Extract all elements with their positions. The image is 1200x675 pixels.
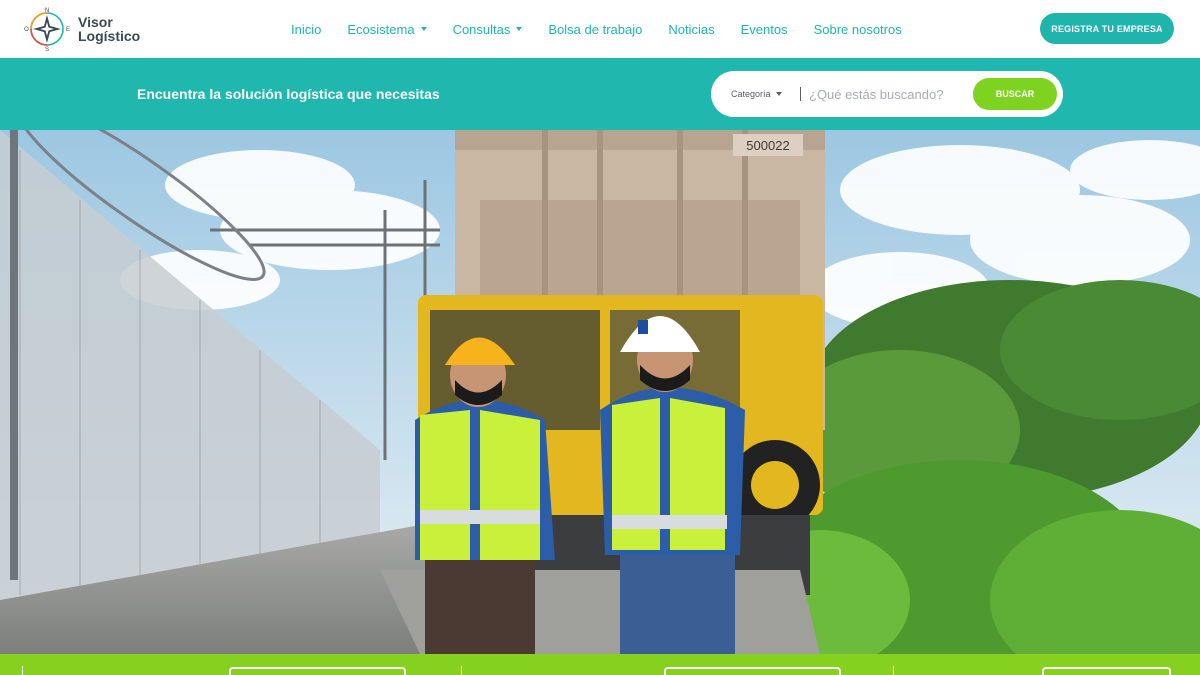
main-nav: Inicio Ecosistema Consultas Bolsa de tra… xyxy=(278,0,915,58)
chevron-down-icon xyxy=(516,27,523,31)
nav-item-ecosistema[interactable]: Ecosistema xyxy=(347,21,427,37)
strip-divider xyxy=(893,666,894,675)
category-label: Categoría xyxy=(731,89,771,99)
search-bar: Categoría BUSCAR xyxy=(711,71,1063,117)
search-button[interactable]: BUSCAR xyxy=(973,78,1057,110)
logo-wordmark: Visor Logístico xyxy=(78,15,140,43)
hero-photo: 500022 xyxy=(0,130,1200,654)
nav-label: Noticias xyxy=(668,21,715,37)
chevron-down-icon xyxy=(775,92,782,96)
nav-label: Inicio xyxy=(291,21,322,37)
nav-item-eventos[interactable]: Eventos xyxy=(741,22,788,37)
site-header: N E S O Visor Logístico Inicio Ecosistem… xyxy=(0,0,1200,58)
search-divider xyxy=(800,87,801,101)
strip-divider xyxy=(461,666,462,675)
railcar-number: 500022 xyxy=(746,138,789,153)
strip-divider xyxy=(22,666,23,675)
logo-line-2: Logístico xyxy=(78,28,141,44)
nav-item-inicio[interactable]: Inicio xyxy=(291,22,321,37)
compass-logo-icon: N E S O xyxy=(24,8,70,52)
strip-button[interactable] xyxy=(1042,667,1171,675)
compass-e: E xyxy=(66,27,70,33)
nav-label: Sobre nosotros xyxy=(813,21,902,37)
search-input[interactable] xyxy=(809,83,969,105)
strip-button[interactable] xyxy=(664,667,841,675)
strip-button[interactable] xyxy=(229,667,406,675)
nav-label: Bolsa de trabajo xyxy=(548,21,643,37)
compass-o: O xyxy=(24,27,29,33)
category-dropdown[interactable]: Categoría xyxy=(731,71,782,117)
site-logo[interactable]: N E S O Visor Logístico xyxy=(24,6,149,52)
nav-item-noticias[interactable]: Noticias xyxy=(668,22,714,37)
register-company-button[interactable]: REGISTRA TU EMPRESA xyxy=(1040,13,1174,44)
nav-label: Ecosistema xyxy=(347,21,415,37)
nav-item-bolsa-de-trabajo[interactable]: Bolsa de trabajo xyxy=(548,22,642,37)
search-tagline: Encuentra la solución logística que nece… xyxy=(137,86,440,102)
compass-s: S xyxy=(45,47,49,52)
chevron-down-icon xyxy=(420,27,427,31)
hero-image: 500022 xyxy=(0,130,1200,654)
nav-label: Consultas xyxy=(452,21,511,37)
nav-item-sobre-nosotros[interactable]: Sobre nosotros xyxy=(814,22,902,37)
nav-item-consultas[interactable]: Consultas xyxy=(453,22,523,37)
nav-label: Eventos xyxy=(740,21,788,37)
feature-strip xyxy=(0,654,1200,675)
compass-n: N xyxy=(45,8,49,14)
logo-line-1: Visor xyxy=(78,14,113,30)
search-band: Encuentra la solución logística que nece… xyxy=(0,58,1200,130)
